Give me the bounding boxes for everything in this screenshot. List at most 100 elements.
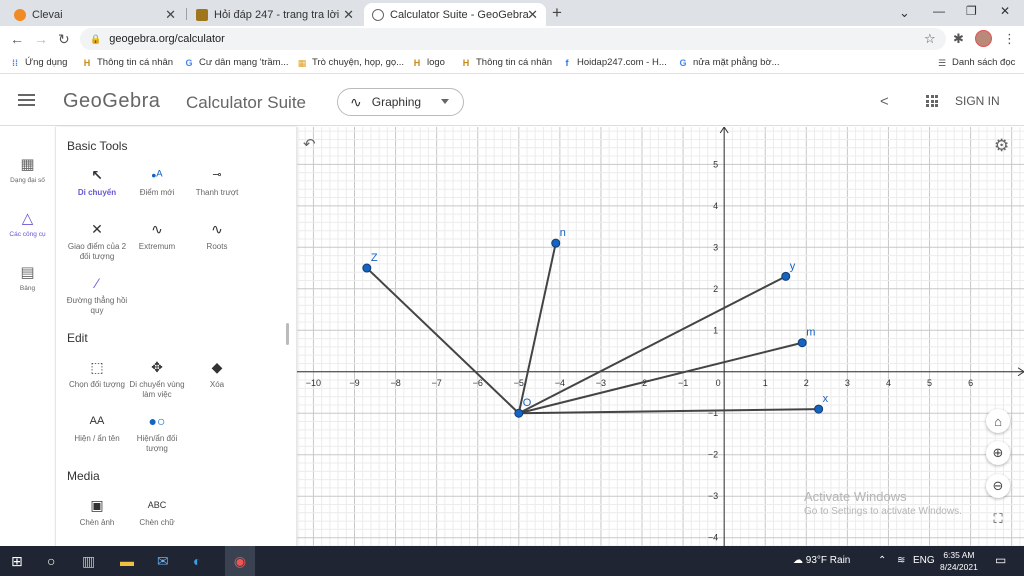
browser-menu-icon[interactable]: ⋮ bbox=[1003, 31, 1016, 47]
bookmark-item[interactable]: Hlogo bbox=[412, 57, 445, 68]
graphing-icon: ∿ bbox=[350, 93, 362, 110]
mail-icon[interactable]: ✉ bbox=[157, 553, 169, 570]
rail-tools[interactable]: △ Các công cụ bbox=[0, 209, 55, 238]
settings-gear-icon[interactable]: ⚙ bbox=[994, 136, 1009, 156]
tab-hoidap[interactable]: Hỏi đáp 247 - trang tra lời ✕ bbox=[188, 3, 362, 26]
tool-intersect[interactable]: ✕ Giao điểm của 2 đối tượng bbox=[66, 219, 128, 262]
y-tick-label: 1 bbox=[713, 325, 718, 335]
bookmark-star-icon[interactable]: ☆ bbox=[924, 31, 936, 47]
bookmark-item[interactable]: ▦ Trò chuyện, họp, gọ... bbox=[297, 57, 404, 68]
tab-clevai[interactable]: Clevai ✕ bbox=[6, 3, 184, 26]
home-view-icon[interactable]: ⌂ bbox=[986, 409, 1010, 433]
y-tick-label: 4 bbox=[713, 201, 718, 211]
share-icon[interactable]: < bbox=[880, 93, 889, 110]
move-cross-icon: ✥ bbox=[151, 359, 163, 375]
zoom-in-icon[interactable]: ⊕ bbox=[986, 441, 1010, 465]
clock[interactable]: 6:35 AM 8/24/2021 bbox=[940, 549, 978, 573]
undo-icon[interactable]: ↶ bbox=[303, 135, 316, 153]
graphics-view[interactable]: −10−9−8−7−6−5−4−3−2−10123456−4−3−2−11234… bbox=[297, 127, 1024, 546]
fullscreen-icon[interactable]: ⛶ bbox=[986, 507, 1010, 531]
bookmark-item[interactable]: ⁞⁞ Ứng dụng bbox=[10, 57, 67, 68]
panel-resize-handle[interactable] bbox=[286, 323, 289, 345]
tool-show-label[interactable]: AA Hiện / ẩn tên bbox=[66, 411, 128, 444]
zoom-out-icon[interactable]: ⊖ bbox=[986, 474, 1010, 498]
point-label-n: n bbox=[560, 227, 566, 239]
store-icon[interactable]: ▥ bbox=[82, 553, 95, 570]
tool-slider[interactable]: ⊸ Thanh trượt bbox=[186, 165, 248, 198]
chevron-up-icon[interactable]: ⌃ bbox=[878, 555, 886, 566]
close-window-icon[interactable]: ✕ bbox=[1000, 4, 1010, 18]
section-basic-tools: Basic Tools bbox=[67, 139, 128, 153]
x-tick-label: 4 bbox=[886, 378, 891, 388]
reading-list[interactable]: ☰ Danh sách đọc bbox=[937, 57, 1015, 68]
extremum-icon: ∿ bbox=[151, 221, 163, 237]
point-label-O: O bbox=[523, 397, 532, 409]
tool-show-object[interactable]: ●○ Hiện/ẩn đối tượng bbox=[126, 411, 188, 454]
address-bar[interactable]: 🔒 geogebra.org/calculator bbox=[80, 28, 946, 50]
profile-avatar[interactable] bbox=[975, 30, 992, 47]
bookmark-item[interactable]: H Thông tin cá nhân bbox=[82, 57, 173, 68]
bookmarks-bar: ⁞⁞ Ứng dụng H Thông tin cá nhân G Cư dân mạ… bbox=[0, 52, 1024, 74]
windows-start-icon[interactable]: ⊞ bbox=[11, 553, 23, 570]
sign-in-button[interactable]: SIGN IN bbox=[955, 94, 1000, 108]
close-tab-icon[interactable]: ✕ bbox=[527, 7, 538, 23]
tab-search-icon[interactable]: ⌄ bbox=[899, 5, 910, 21]
search-circle-icon[interactable]: ○ bbox=[47, 553, 55, 569]
tool-select[interactable]: ⬚ Chọn đối tượng bbox=[66, 357, 128, 390]
weather-widget[interactable]: ☁ 93°F Rain bbox=[793, 555, 850, 566]
tool-insert-image[interactable]: ▣ Chèn ảnh bbox=[66, 495, 128, 528]
minimize-icon[interactable]: — bbox=[933, 4, 945, 18]
label-aa-icon: AA bbox=[89, 415, 105, 427]
geogebra-favicon-icon bbox=[372, 8, 384, 21]
notifications-icon[interactable]: ▭ bbox=[995, 553, 1006, 567]
maximize-icon[interactable]: ❐ bbox=[966, 4, 977, 18]
h-bookmark-icon: H bbox=[83, 57, 91, 68]
x-tick-label: −1 bbox=[678, 378, 688, 388]
tool-delete[interactable]: ◆ Xóa bbox=[186, 357, 248, 390]
app-header: GeoGebra Calculator Suite ∿ Graphing < S… bbox=[0, 76, 1024, 126]
wifi-icon[interactable]: ≋ bbox=[897, 555, 905, 566]
bookmark-item[interactable]: f Hoidap247.com - H... bbox=[562, 57, 667, 68]
hamburger-menu-icon[interactable] bbox=[18, 94, 35, 106]
h-bookmark-icon: H bbox=[462, 57, 470, 68]
chrome-icon[interactable]: ◉ bbox=[225, 546, 255, 576]
language-indicator[interactable]: ENG bbox=[913, 555, 935, 566]
x-tick-label: −6 bbox=[473, 378, 483, 388]
reload-icon[interactable]: ↻ bbox=[58, 31, 70, 48]
forward-icon[interactable]: → bbox=[34, 31, 48, 47]
tool-insert-text[interactable]: ABC Chèn chữ bbox=[126, 495, 188, 528]
tab-title: Calculator Suite - GeoGebra bbox=[390, 8, 529, 21]
rail-algebra[interactable]: ▦ Dạng đại số bbox=[0, 155, 55, 184]
tab-geogebra[interactable]: Calculator Suite - GeoGebra ✕ bbox=[364, 3, 546, 26]
x-tick-label: −4 bbox=[555, 378, 565, 388]
bookmark-item[interactable]: Gnửa mặt phẳng bờ... bbox=[678, 57, 779, 68]
section-edit: Edit bbox=[67, 331, 88, 345]
file-explorer-icon[interactable]: ▬ bbox=[120, 553, 134, 569]
x-tick-label: 0 bbox=[716, 378, 721, 388]
app-switcher[interactable]: ∿ Graphing bbox=[337, 88, 464, 116]
bookmark-item[interactable]: G Cư dân mạng 'trầm... bbox=[184, 57, 288, 68]
y-tick-label: −3 bbox=[708, 491, 718, 501]
graph-canvas[interactable]: −10−9−8−7−6−5−4−3−2−10123456−4−3−2−11234… bbox=[297, 127, 1024, 546]
rail-table[interactable]: ▤ Bảng bbox=[0, 263, 55, 292]
edge-icon[interactable]: ◐ bbox=[193, 553, 201, 569]
text-abc-icon: ABC bbox=[147, 500, 167, 510]
image-icon: ▣ bbox=[90, 497, 104, 513]
tool-roots[interactable]: ∿ Roots bbox=[186, 219, 248, 252]
new-tab-icon[interactable]: + bbox=[552, 3, 562, 23]
tool-new-point[interactable]: •ᴬ Điểm mới bbox=[126, 165, 188, 198]
intersect-icon: ✕ bbox=[91, 221, 103, 237]
apps-grid-icon[interactable] bbox=[926, 95, 938, 107]
tool-move[interactable]: ↖ Di chuyển bbox=[66, 165, 128, 198]
suite-title: Calculator Suite bbox=[186, 93, 307, 112]
bookmark-item[interactable]: H Thông tin cá nhân bbox=[461, 57, 552, 68]
tool-move-view[interactable]: ✥ Di chuyển vùng làm việc bbox=[126, 357, 188, 400]
cloud-rain-icon: ☁ bbox=[793, 555, 806, 566]
tool-extremum[interactable]: ∿ Extremum bbox=[126, 219, 188, 252]
extensions-icon[interactable]: ✱ bbox=[953, 31, 964, 47]
back-icon[interactable]: ← bbox=[10, 31, 24, 47]
roots-icon: ∿ bbox=[211, 221, 223, 237]
close-tab-icon[interactable]: ✕ bbox=[165, 7, 176, 23]
close-tab-icon[interactable]: ✕ bbox=[343, 7, 354, 23]
tool-regression[interactable]: ⁄ Đường thẳng hồi quy bbox=[66, 273, 128, 316]
